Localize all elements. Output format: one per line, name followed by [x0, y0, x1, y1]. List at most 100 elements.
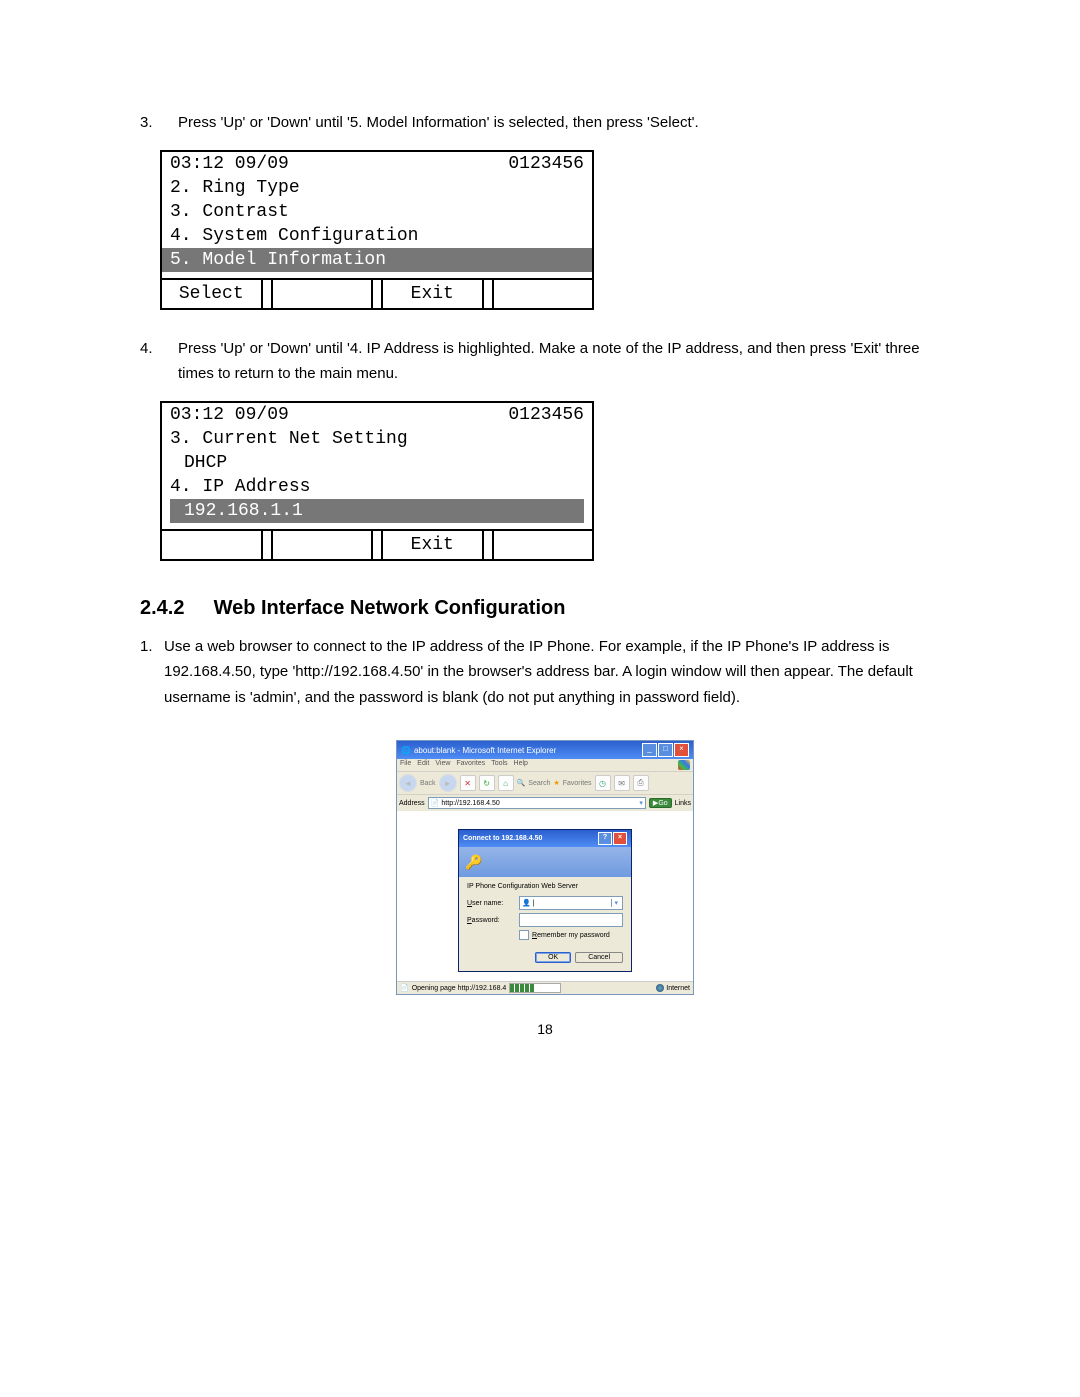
ie-titlebar: 🌐 about:blank - Microsoft Internet Explo… — [397, 741, 693, 759]
softkey-exit-2[interactable]: Exit — [383, 531, 484, 559]
menu-view[interactable]: View — [435, 760, 450, 770]
lcd2-item-ip-address-label: 4. IP Address — [170, 477, 310, 497]
step-3-num: 3. — [140, 110, 178, 136]
dialog-help-button[interactable]: ? — [598, 832, 612, 845]
ie-app-icon: 🌐 — [401, 746, 411, 755]
lcd2-item-dhcp: DHCP — [184, 453, 227, 473]
zone-icon — [656, 984, 664, 992]
ie-status-bar: 📄 Opening page http://192.168.4 Internet — [397, 981, 693, 994]
dialog-realm: IP Phone Configuration Web Server — [467, 883, 623, 890]
username-dropdown-icon[interactable]: ▾ — [611, 899, 620, 907]
softkey-blank-1 — [273, 280, 374, 308]
lcd1-item-contrast: 3. Contrast — [170, 202, 289, 222]
back-button[interactable]: ◄ — [399, 774, 417, 792]
login-dialog: Connect to 192.168.4.50 ? × 🔑 IP Phone C… — [458, 829, 632, 972]
lcd2-softkeys: Exit — [162, 529, 592, 559]
stop-button[interactable]: ✕ — [460, 775, 476, 791]
lcd1-time: 03:12 09/09 — [170, 154, 508, 174]
go-button[interactable]: ▶ Go — [649, 798, 672, 808]
username-input[interactable]: 👤 | ▾ — [519, 896, 623, 910]
step-4: 4. Press 'Up' or 'Down' until '4. IP Add… — [140, 336, 950, 387]
lcd-screen-ip-address: 03:12 09/09 0123456 3. Current Net Setti… — [160, 401, 594, 561]
page-status-icon: 📄 — [400, 984, 409, 992]
password-label: Password: — [467, 917, 515, 924]
maximize-button[interactable]: □ — [658, 743, 673, 757]
address-dropdown-icon[interactable]: ▾ — [639, 799, 643, 807]
ie-menubar: File Edit View Favorites Tools Help — [397, 759, 693, 771]
lcd2-item-current-net: 3. Current Net Setting — [170, 429, 408, 449]
favorites-icon[interactable]: ★ — [553, 779, 559, 787]
ie-toolbar: ◄ Back ► ✕ ↻ ⌂ 🔍Search ★ Favorites ◷ ✉ ⎙ — [397, 771, 693, 794]
softkey-select[interactable]: Select — [162, 280, 263, 308]
lcd1-item-model-info: 5. Model Information — [170, 250, 386, 270]
dialog-title: Connect to 192.168.4.50 — [463, 835, 597, 842]
keys-icon: 🔑 — [465, 854, 482, 871]
search-label[interactable]: Search — [528, 780, 550, 787]
lcd2-number: 0123456 — [508, 405, 584, 425]
lcd1-item-sysconfig: 4. System Configuration — [170, 226, 418, 246]
section-heading: 2.4.2 Web Interface Network Configuratio… — [140, 597, 950, 620]
step-3-text: Press 'Up' or 'Down' until '5. Model Inf… — [178, 110, 950, 136]
back-label: Back — [420, 780, 436, 787]
lcd2-time: 03:12 09/09 — [170, 405, 508, 425]
minimize-button[interactable]: _ — [642, 743, 657, 757]
dialog-close-button[interactable]: × — [613, 832, 627, 845]
user-icon: 👤 — [522, 899, 531, 907]
softkey-blank-2 — [494, 280, 593, 308]
lcd1-item-ring-type: 2. Ring Type — [170, 178, 300, 198]
ie-screenshot: 🌐 about:blank - Microsoft Internet Explo… — [396, 740, 694, 995]
address-value: http://192.168.4.50 — [441, 800, 499, 807]
menu-file[interactable]: File — [400, 760, 411, 770]
windows-logo-icon — [678, 760, 690, 770]
links-label[interactable]: Links — [675, 800, 691, 807]
remember-password-checkbox[interactable]: Remember my password — [519, 930, 623, 940]
softkey-blank-4 — [273, 531, 374, 559]
softkey-blank-3 — [162, 531, 263, 559]
ie-title-text: about:blank - Microsoft Internet Explore… — [411, 746, 641, 755]
address-input[interactable]: 📄 http://192.168.4.50 ▾ — [428, 797, 646, 809]
section-num: 2.4.2 — [140, 597, 208, 620]
forward-button[interactable]: ► — [439, 774, 457, 792]
print-button[interactable]: ⎙ — [633, 775, 649, 791]
password-input[interactable] — [519, 913, 623, 927]
refresh-button[interactable]: ↻ — [479, 775, 495, 791]
cancel-button[interactable]: Cancel — [575, 952, 623, 963]
status-text: Opening page http://192.168.4 — [412, 985, 507, 992]
step-3: 3. Press 'Up' or 'Down' until '5. Model … — [140, 110, 950, 136]
step-4-num: 4. — [140, 336, 178, 387]
history-button[interactable]: ◷ — [595, 775, 611, 791]
softkey-exit[interactable]: Exit — [383, 280, 484, 308]
menu-tools[interactable]: Tools — [491, 760, 507, 770]
lcd1-softkeys: Select Exit — [162, 278, 592, 308]
dialog-titlebar: Connect to 192.168.4.50 ? × — [459, 830, 631, 847]
step-4-text: Press 'Up' or 'Down' until '4. IP Addres… — [178, 336, 950, 387]
mail-button[interactable]: ✉ — [614, 775, 630, 791]
search-icon[interactable]: 🔍 — [517, 779, 526, 787]
web-step-1: 1. Use a web browser to connect to the I… — [140, 634, 950, 711]
favorites-label[interactable]: Favorites — [563, 780, 592, 787]
ie-content-area: Connect to 192.168.4.50 ? × 🔑 IP Phone C… — [397, 811, 693, 981]
progress-bar — [509, 983, 561, 993]
checkbox-icon — [519, 930, 529, 940]
menu-edit[interactable]: Edit — [417, 760, 429, 770]
address-label: Address — [399, 800, 425, 807]
username-label: User name: — [467, 900, 515, 907]
web-step-1-num: 1. — [140, 634, 164, 711]
ok-button[interactable]: OK — [535, 952, 571, 963]
lcd-screen-model-info: 03:12 09/09 0123456 2. Ring Type 3. Cont… — [160, 150, 594, 310]
lcd1-number: 0123456 — [508, 154, 584, 174]
softkey-blank-5 — [494, 531, 593, 559]
page-icon: 📄 — [431, 799, 440, 807]
menu-favorites[interactable]: Favorites — [456, 760, 485, 770]
remember-label: Remember my password — [532, 932, 610, 939]
page-number: 18 — [140, 1021, 950, 1037]
section-title: Web Interface Network Configuration — [214, 597, 566, 619]
zone-label: Internet — [666, 985, 690, 992]
dialog-banner: 🔑 — [459, 847, 631, 877]
home-button[interactable]: ⌂ — [498, 775, 514, 791]
close-button[interactable]: × — [674, 743, 689, 757]
web-step-1-text: Use a web browser to connect to the IP a… — [164, 634, 950, 711]
menu-help[interactable]: Help — [514, 760, 528, 770]
ie-address-bar: Address 📄 http://192.168.4.50 ▾ ▶ Go Lin… — [397, 794, 693, 811]
lcd2-item-ip-value: 192.168.1.1 — [184, 501, 303, 521]
